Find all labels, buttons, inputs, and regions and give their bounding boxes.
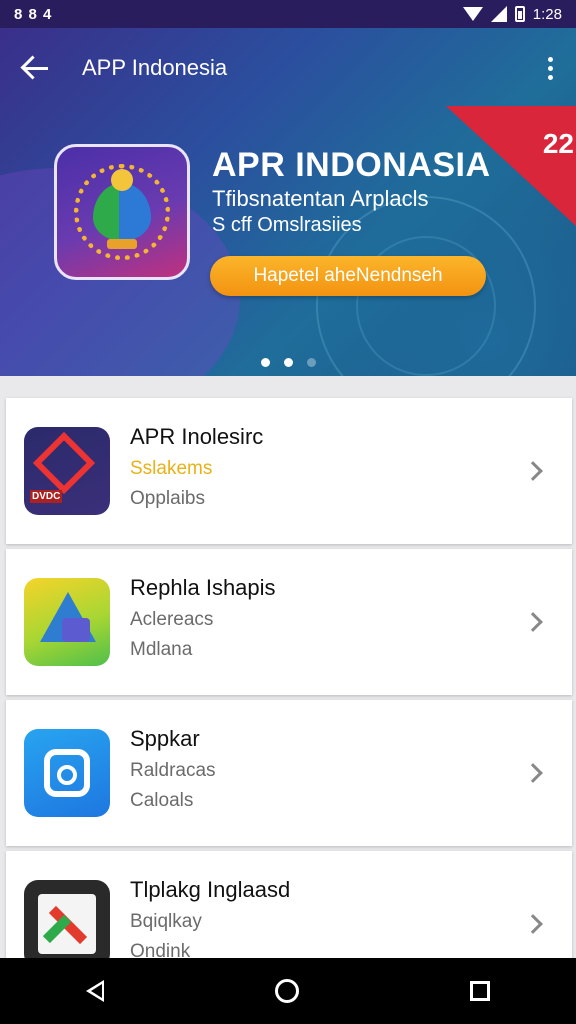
- nav-back-icon[interactable]: [85, 980, 104, 1002]
- app-title: APR Inolesirc: [130, 424, 264, 449]
- status-time: 1:28: [532, 5, 562, 23]
- list-item[interactable]: Sppkar Raldracas Caloals: [6, 700, 572, 846]
- app-title: Sppkar: [130, 726, 200, 751]
- page-title: APP Indonesia: [82, 55, 228, 80]
- app-category: Bqiqlkay: [130, 911, 202, 932]
- carousel-dot-active[interactable]: [283, 358, 293, 367]
- chevron-right-icon: [523, 612, 543, 632]
- nav-recents-icon[interactable]: [470, 981, 491, 1001]
- back-arrow-icon[interactable]: [20, 53, 50, 83]
- battery-icon: [514, 6, 525, 22]
- app-category: Aclereacs: [130, 609, 214, 630]
- wifi-icon: [462, 7, 483, 21]
- overflow-menu-icon[interactable]: [544, 56, 556, 80]
- status-bar: 8 8 4 1:28: [0, 0, 576, 28]
- signal-icon: [490, 6, 507, 22]
- app-list: DVDC APR Inolesirc Sslakems Opplaibs Rep…: [6, 398, 572, 1002]
- banner-subtitle-secondary: S cff Omslrasiies: [212, 214, 362, 236]
- carousel-dot[interactable]: [260, 358, 270, 367]
- chevron-right-icon: [523, 763, 543, 783]
- banner-subtitle: Tfibsnatentan Arplacls: [212, 186, 429, 211]
- chevron-right-icon: [523, 461, 543, 481]
- banner-cta-button[interactable]: Hapetel aheNendnseh: [210, 256, 486, 296]
- app-bar: APP Indonesia: [0, 28, 576, 108]
- system-nav-bar: [0, 958, 576, 1024]
- carousel-indicator: [0, 358, 576, 367]
- list-item[interactable]: DVDC APR Inolesirc Sslakems Opplaibs: [6, 398, 572, 544]
- carousel-dot[interactable]: [306, 358, 316, 367]
- app-category: Sslakems: [130, 458, 213, 479]
- chevron-right-icon: [523, 914, 543, 934]
- app-category: Raldracas: [130, 760, 216, 781]
- app-title: Rephla Ishapis: [130, 575, 276, 600]
- app-description: Opplaibs: [130, 488, 205, 509]
- blue-camera-icon: [24, 729, 110, 817]
- banner-app-logo: [54, 144, 190, 280]
- list-item[interactable]: Rephla Ishapis Aclereacs Mdlana: [6, 549, 572, 695]
- banner-title: APR INDONASIA: [212, 146, 491, 184]
- app-title: Tlplakg Inglaasd: [130, 877, 291, 902]
- red-diamond-icon: DVDC: [24, 427, 110, 515]
- app-description: Mdlana: [130, 639, 193, 660]
- nav-home-icon[interactable]: [274, 979, 299, 1003]
- corner-badge: 22: [542, 128, 574, 159]
- red-x-icon: [24, 880, 110, 968]
- app-description: Caloals: [130, 790, 194, 811]
- status-notification-icons: 8 8 4: [14, 5, 53, 23]
- green-triangle-icon: [24, 578, 110, 666]
- garuda-emblem-icon: [74, 164, 170, 260]
